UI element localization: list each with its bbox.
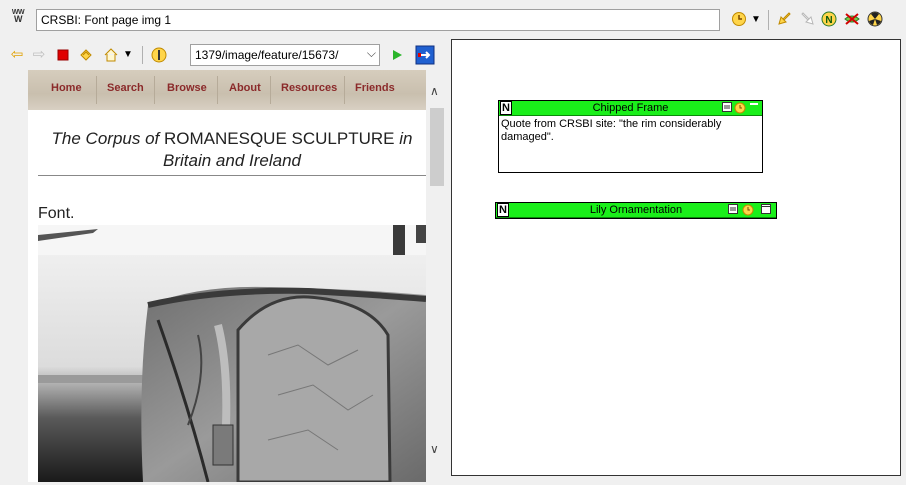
- back-arrow-icon[interactable]: ⇦: [8, 45, 26, 65]
- heading-italic-1: The Corpus of: [51, 129, 160, 148]
- vertical-scrollbar[interactable]: ∧ ∨: [426, 70, 448, 482]
- chevron-down-icon[interactable]: ▼: [122, 45, 134, 65]
- feature-label: Font.: [38, 205, 75, 222]
- app-logo-icon: WW W: [11, 9, 25, 24]
- title-field[interactable]: CRSBI: Font page img 1: [36, 9, 720, 31]
- note-title: Chipped Frame: [592, 102, 669, 114]
- scroll-up-icon[interactable]: ∧: [430, 84, 439, 98]
- site-nav-friends[interactable]: Friends: [355, 82, 395, 94]
- heading-italic-2: in: [399, 129, 413, 148]
- nav-separator: [96, 76, 97, 104]
- note-header[interactable]: N Lily Ornamentation: [496, 203, 776, 218]
- note-collapse-icon[interactable]: [722, 102, 732, 114]
- stop-icon[interactable]: [54, 45, 72, 65]
- heading-caps: ROMANESQUE SCULPTURE: [164, 129, 395, 148]
- note-expand-icon[interactable]: [761, 204, 771, 216]
- info-icon[interactable]: [150, 45, 168, 65]
- clock-icon[interactable]: [730, 11, 748, 29]
- app-window: WW W CRSBI: Font page img 1 ▼ N ⇦ ⇨ ▼ 13…: [0, 0, 906, 485]
- forward-arrow-icon[interactable]: ⇨: [30, 45, 48, 65]
- note-body[interactable]: Quote from CRSBI site: "the rim consider…: [499, 116, 762, 146]
- note-lily-ornamentation[interactable]: N Lily Ornamentation: [495, 202, 777, 219]
- svg-text:N: N: [825, 15, 832, 26]
- home-icon[interactable]: [102, 45, 120, 65]
- site-nav-search[interactable]: Search: [107, 82, 144, 94]
- nav-separator: [344, 76, 345, 104]
- nav-separator: [270, 76, 271, 104]
- forward-link-icon[interactable]: [798, 11, 816, 29]
- back-link-icon[interactable]: [776, 11, 794, 29]
- site-nav-home[interactable]: Home: [51, 82, 82, 94]
- browser-viewport: Home Search Browse About Resources Frien…: [28, 70, 426, 482]
- note-title: Lily Ornamentation: [589, 204, 683, 216]
- site-navigation: Home Search Browse About Resources Frien…: [28, 70, 426, 110]
- site-heading: The Corpus of ROMANESQUE SCULPTURE in Br…: [38, 128, 426, 172]
- note-clock-icon[interactable]: [734, 102, 746, 114]
- note-chipped-frame[interactable]: N Chipped Frame Quote from CRSBI site: "…: [498, 100, 763, 173]
- site-nav-about[interactable]: About: [229, 82, 261, 94]
- nav-separator: [217, 76, 218, 104]
- note-n-icon: N: [500, 101, 512, 115]
- scroll-down-icon[interactable]: ∨: [430, 442, 439, 456]
- no-link-icon[interactable]: [842, 11, 862, 29]
- note-n-icon: N: [497, 203, 509, 217]
- n-note-icon[interactable]: N: [820, 11, 838, 29]
- go-icon[interactable]: [388, 45, 406, 65]
- bookmark-icon[interactable]: [414, 45, 436, 65]
- site-nav-browse[interactable]: Browse: [167, 82, 207, 94]
- site-nav-resources[interactable]: Resources: [281, 82, 337, 94]
- note-header[interactable]: N Chipped Frame: [499, 101, 762, 116]
- chevron-down-icon[interactable]: ▼: [750, 11, 762, 29]
- chevron-down-icon[interactable]: ⌵: [367, 46, 376, 61]
- radiation-icon[interactable]: [866, 11, 884, 29]
- url-text: 1379/image/feature/15673/: [195, 48, 339, 62]
- refresh-icon[interactable]: [76, 45, 96, 65]
- title-bar: WW W CRSBI: Font page img 1 ▼ N: [0, 0, 906, 38]
- scroll-thumb[interactable]: [430, 108, 444, 186]
- font-photo[interactable]: [38, 225, 426, 482]
- url-dropdown[interactable]: 1379/image/feature/15673/ ⌵: [190, 44, 380, 66]
- note-minimize-icon[interactable]: [749, 102, 759, 114]
- note-collapse-icon[interactable]: [728, 204, 738, 216]
- notes-canvas[interactable]: N Chipped Frame Quote from CRSBI site: "…: [451, 39, 901, 476]
- heading-divider: [38, 175, 426, 176]
- toolbar-divider: [768, 10, 769, 30]
- note-clock-icon[interactable]: [742, 204, 754, 216]
- nav-separator: [154, 76, 155, 104]
- toolbar-divider: [142, 46, 143, 64]
- heading-line-2: Britain and Ireland: [163, 151, 301, 170]
